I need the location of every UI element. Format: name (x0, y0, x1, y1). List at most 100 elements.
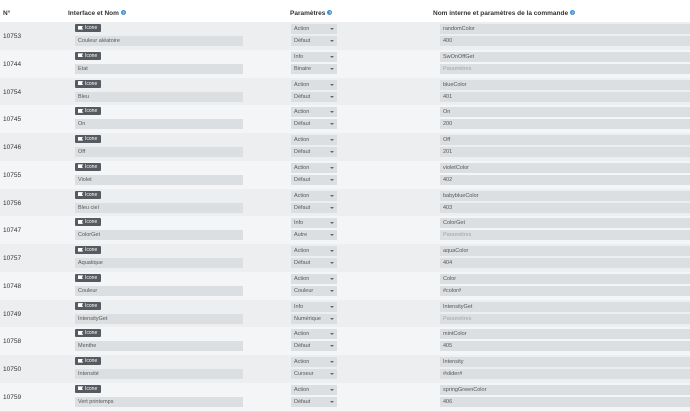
icon-button[interactable]: Icone (75, 162, 102, 171)
logical-id-input[interactable]: On (440, 107, 690, 118)
icon-button[interactable]: Icone (75, 357, 102, 365)
logical-id-input[interactable]: blueColor (440, 79, 690, 90)
subtype-select[interactable]: Autre (291, 230, 337, 241)
header-num: N° (3, 10, 11, 17)
command-name-input[interactable]: On (75, 119, 243, 130)
command-name-input[interactable]: Violet (75, 174, 243, 185)
command-name-input[interactable]: Bleu ciel (75, 202, 243, 213)
header-params-label: Paramètres (290, 10, 326, 17)
command-name-input[interactable]: Bleu (75, 91, 243, 102)
type-select[interactable]: Info (291, 218, 337, 229)
command-name-input[interactable]: Vert printemps (75, 396, 243, 407)
logical-id-input[interactable]: SwOnOffGet (440, 51, 690, 62)
logical-id-input[interactable]: randomColor (440, 24, 690, 34)
subtype-select[interactable]: Défaut (291, 396, 337, 407)
logical-id-input[interactable]: Off (440, 135, 690, 145)
subtype-select[interactable]: Défaut (291, 147, 337, 157)
info-icon[interactable]: ? (120, 10, 126, 15)
subtype-select[interactable]: Défaut (291, 341, 337, 352)
logical-id-input[interactable]: IntensityGet (440, 301, 690, 312)
command-param-input[interactable]: Paramètres (440, 230, 690, 241)
icon-button-label: Icone (85, 247, 98, 253)
icon-button[interactable]: Icone (75, 79, 102, 88)
command-name-input[interactable]: Couleur (75, 285, 243, 296)
logical-id-input[interactable]: Color (440, 273, 690, 284)
command-name-input[interactable]: Couleur aléatoire (75, 36, 243, 46)
logical-id-input[interactable]: Intensity (440, 357, 690, 367)
command-param-input[interactable]: 400 (440, 36, 690, 46)
type-select[interactable]: Info (291, 301, 337, 312)
type-select[interactable]: Action (291, 273, 337, 284)
command-param-input[interactable]: 403 (440, 202, 690, 213)
type-select-value: Action (294, 359, 310, 365)
command-param-input[interactable]: Paramètres (440, 313, 690, 324)
logical-id-input[interactable]: springGreenColor (440, 384, 690, 395)
subtype-select[interactable]: Défaut (291, 119, 337, 130)
type-select[interactable]: Action (291, 246, 337, 256)
subtype-select-value: Défaut (294, 176, 311, 183)
command-param-input[interactable]: 402 (440, 174, 690, 185)
subtype-select-value: Défaut (294, 260, 311, 266)
subtype-select-value: Défaut (294, 149, 311, 155)
type-select[interactable]: Action (291, 24, 337, 34)
icon-button[interactable]: Icone (75, 246, 102, 254)
command-param-input[interactable]: 404 (440, 258, 690, 268)
command-name-input[interactable]: Menthe (75, 341, 243, 352)
command-param-input[interactable]: #color# (440, 285, 690, 296)
type-select[interactable]: Action (291, 190, 337, 201)
icon-button[interactable]: Icone (75, 51, 102, 60)
command-name-input[interactable]: IntensityGet (75, 313, 243, 324)
command-param-input[interactable]: 200 (440, 119, 690, 130)
type-select[interactable]: Action (291, 162, 337, 173)
command-name-input[interactable]: Intensité (75, 369, 243, 379)
type-select[interactable]: Action (291, 384, 337, 395)
flag-icon (78, 330, 83, 335)
caret-down-icon (330, 206, 334, 209)
info-icon[interactable]: ? (570, 10, 576, 15)
command-name-input[interactable]: Off (75, 147, 243, 157)
icon-button[interactable]: Icone (75, 190, 102, 199)
subtype-select-value: Défaut (294, 38, 311, 44)
icon-button[interactable]: Icone (75, 107, 102, 116)
command-param-input[interactable]: 406 (440, 396, 690, 407)
subtype-select[interactable]: Défaut (291, 36, 337, 46)
command-param-input[interactable]: Paramètres (440, 63, 690, 74)
subtype-select[interactable]: Binaire (291, 63, 337, 74)
command-name-input[interactable]: ColorGet (75, 230, 243, 241)
icon-button[interactable]: Icone (75, 218, 102, 227)
type-select[interactable]: Action (291, 79, 337, 90)
type-select-value: Action (294, 248, 310, 254)
logical-id-input[interactable]: babyblueColor (440, 190, 690, 201)
type-select[interactable]: Action (291, 107, 337, 118)
subtype-select[interactable]: Défaut (291, 174, 337, 185)
subtype-select[interactable]: Couleur (291, 285, 337, 296)
type-select-value: Action (294, 137, 310, 143)
icon-button[interactable]: Icone (75, 24, 102, 32)
table-row: 10746 Icone Off Action Défaut Off 201 (0, 133, 690, 162)
subtype-select[interactable]: Curseur (291, 369, 337, 379)
subtype-select[interactable]: Défaut (291, 91, 337, 102)
command-param-input[interactable]: 401 (440, 91, 690, 102)
type-select[interactable]: Info (291, 51, 337, 62)
type-select[interactable]: Action (291, 135, 337, 145)
command-name-input[interactable]: Aquatique (75, 258, 243, 268)
icon-button[interactable]: Icone (75, 301, 102, 310)
subtype-select[interactable]: Défaut (291, 202, 337, 213)
icon-button[interactable]: Icone (75, 135, 102, 143)
logical-id-input[interactable]: aquaColor (440, 246, 690, 256)
logical-id-input[interactable]: mintColor (440, 329, 690, 340)
command-param-input[interactable]: 201 (440, 147, 690, 157)
icon-button[interactable]: Icone (75, 384, 102, 393)
type-select[interactable]: Action (291, 329, 337, 340)
icon-button[interactable]: Icone (75, 273, 102, 282)
icon-button[interactable]: Icone (75, 329, 102, 338)
command-name-input[interactable]: Etat (75, 63, 243, 74)
type-select[interactable]: Action (291, 357, 337, 367)
subtype-select[interactable]: Numérique (291, 313, 337, 324)
logical-id-input[interactable]: ColorGet (440, 218, 690, 229)
info-icon[interactable]: ? (327, 10, 333, 15)
command-param-input[interactable]: #slider# (440, 369, 690, 379)
subtype-select[interactable]: Défaut (291, 258, 337, 268)
command-param-input[interactable]: 405 (440, 341, 690, 352)
logical-id-input[interactable]: violetColor (440, 162, 690, 173)
